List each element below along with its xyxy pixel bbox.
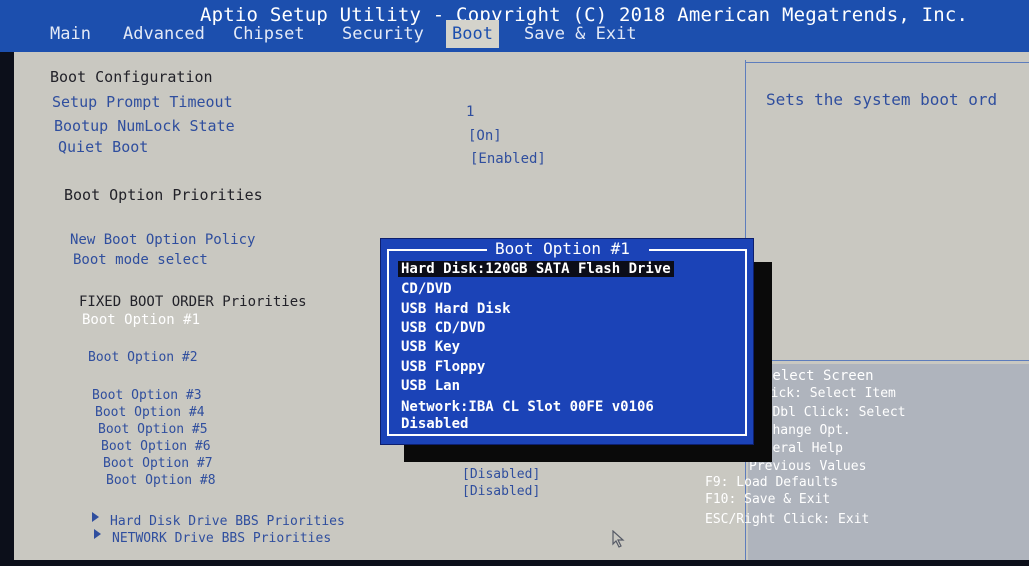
key-help-select-item: Click: Select Item	[755, 386, 896, 401]
key-help-select: er/Dbl Click: Select	[749, 405, 906, 420]
quiet-boot-label[interactable]: Quiet Boot	[58, 138, 148, 156]
popup-option-usb-key[interactable]: USB Key	[401, 339, 460, 355]
key-help-save-exit: F10: Save & Exit	[705, 492, 831, 507]
boot-option-8-value[interactable]: [Disabled]	[462, 484, 540, 499]
popup-option-usb-cd-dvd[interactable]: USB CD/DVD	[401, 320, 485, 336]
tab-boot[interactable]: Boot	[446, 20, 499, 48]
mouse-cursor-icon	[612, 530, 625, 548]
submenu-arrow-icon	[92, 512, 99, 522]
tab-main[interactable]: Main	[50, 20, 91, 48]
popup-option-cd-dvd[interactable]: CD/DVD	[401, 281, 452, 297]
help-divider-horizontal	[745, 360, 1029, 361]
key-help-select-screen: Select Screen	[764, 368, 874, 384]
boot-option-3-label[interactable]: Boot Option #3	[92, 388, 202, 403]
boot-option-priorities-heading: Boot Option Priorities	[64, 186, 263, 204]
boot-option-8-label[interactable]: Boot Option #8	[106, 473, 216, 488]
numlock-value[interactable]: [On]	[468, 128, 502, 144]
popup-option-disabled[interactable]: Disabled	[401, 416, 468, 432]
bios-screen: Aptio Setup Utility - Copyright (C) 2018…	[0, 0, 1029, 566]
network-bbs-priorities-link[interactable]: NETWORK Drive BBS Priorities	[112, 531, 331, 546]
fixed-boot-order-heading: FIXED BOOT ORDER Priorities	[79, 294, 307, 310]
tab-security[interactable]: Security	[342, 20, 424, 48]
key-help-load-defaults: F9: Load Defaults	[705, 475, 839, 490]
popup-option-usb-hard-disk[interactable]: USB Hard Disk	[401, 301, 511, 317]
boot-option-7-label[interactable]: Boot Option #7	[103, 456, 213, 471]
tab-save-exit[interactable]: Save & Exit	[524, 20, 637, 48]
quiet-boot-value[interactable]: [Enabled]	[470, 151, 546, 167]
hdd-bbs-priorities-link[interactable]: Hard Disk Drive BBS Priorities	[110, 514, 345, 529]
popup-option-usb-lan[interactable]: USB Lan	[401, 378, 460, 394]
boot-option-6-label[interactable]: Boot Option #6	[101, 439, 211, 454]
boot-option-2-label[interactable]: Boot Option #2	[88, 350, 198, 365]
popup-title: Boot Option #1	[495, 239, 630, 258]
boot-configuration-heading: Boot Configuration	[50, 68, 213, 86]
key-help-exit: ESC/Right Click: Exit	[705, 512, 870, 527]
boot-mode-select-label[interactable]: Boot mode select	[73, 252, 208, 268]
title-bar: Aptio Setup Utility - Copyright (C) 2018…	[0, 0, 1029, 52]
boot-option-1-label[interactable]: Boot Option #1	[82, 312, 200, 328]
popup-option-network[interactable]: Network:IBA CL Slot 00FE v0106	[401, 399, 654, 415]
submenu-arrow-icon	[94, 529, 101, 539]
tab-advanced[interactable]: Advanced	[123, 20, 205, 48]
boot-option-4-label[interactable]: Boot Option #4	[95, 405, 205, 420]
popup-option-hard-disk[interactable]: Hard Disk:120GB SATA Flash Drive	[398, 261, 674, 277]
boot-option-7-value[interactable]: [Disabled]	[462, 467, 540, 482]
setup-prompt-timeout-value[interactable]: 1	[466, 104, 474, 120]
help-top-divider	[745, 62, 1029, 63]
tab-chipset[interactable]: Chipset	[233, 20, 305, 48]
help-description: Sets the system boot ord	[766, 90, 998, 109]
setup-prompt-timeout-label[interactable]: Setup Prompt Timeout	[52, 93, 233, 111]
popup-option-usb-floppy[interactable]: USB Floppy	[401, 359, 485, 375]
new-boot-option-policy-label[interactable]: New Boot Option Policy	[70, 232, 255, 248]
popup-title-line	[649, 249, 745, 251]
boot-option-popup: Boot Option #1 Hard Disk:120GB SATA Flas…	[380, 238, 754, 445]
numlock-label[interactable]: Bootup NumLock State	[54, 117, 235, 135]
popup-title-line	[387, 249, 487, 251]
boot-option-5-label[interactable]: Boot Option #5	[98, 422, 208, 437]
